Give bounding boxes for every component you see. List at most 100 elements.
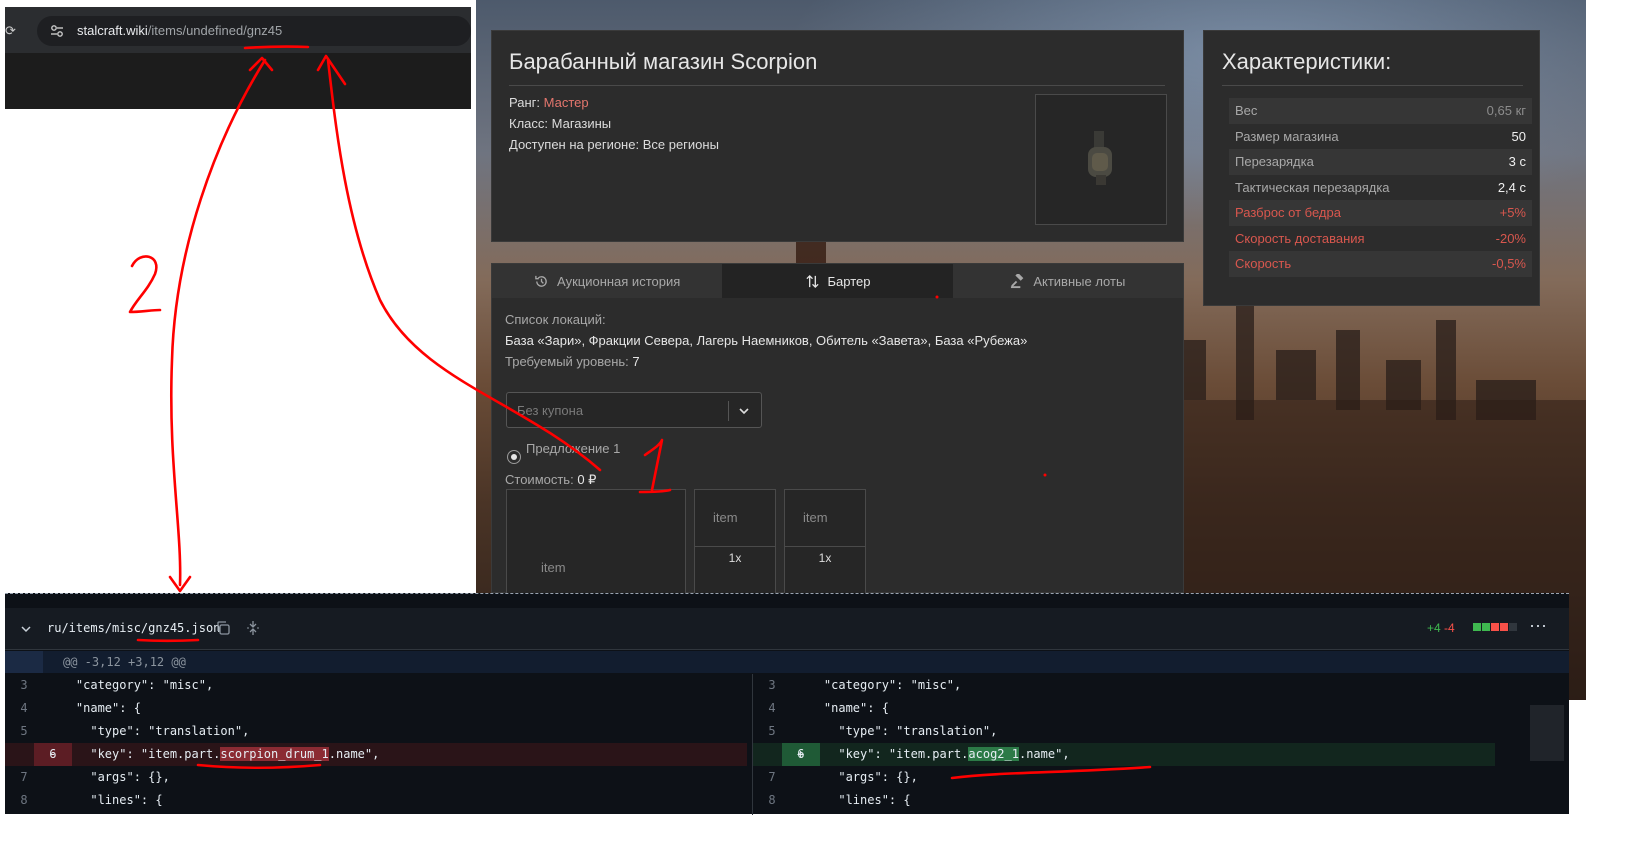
diff-line-added: 6 + "key": "item.part.acog2_1.name", (753, 743, 1495, 766)
copy-icon[interactable] (215, 620, 231, 636)
code-text: "name": { (47, 701, 141, 715)
region-label: Доступен на регионе: (509, 137, 640, 152)
url-text[interactable]: stalcraft.wiki/items/undefined/gnz45 (77, 23, 282, 38)
diff-line: 7 "args": {}, (5, 766, 747, 789)
more-options-icon[interactable]: ⋯ (1529, 616, 1547, 637)
chevron-down-icon[interactable] (736, 403, 752, 419)
broken-image: item (713, 510, 738, 525)
divider (728, 401, 729, 421)
code-text: "lines": { (47, 793, 163, 807)
browser-content-strip (5, 53, 471, 109)
diff-line: 8 "lines": { (5, 789, 747, 812)
line-number: 7 (20, 770, 28, 784)
stat-row: Вес 0,65 кг (1229, 98, 1532, 124)
coupon-select[interactable]: Без купона (506, 392, 762, 428)
stat-key: Вес (1235, 103, 1258, 119)
code-text: "category": "misc", (47, 678, 214, 692)
barter-panel: Аукционная история Бартер Активные лоты … (491, 263, 1184, 594)
divider (1222, 85, 1523, 86)
deletions-count: -4 (1444, 621, 1455, 635)
offer-label[interactable]: Предложение 1 (526, 441, 620, 456)
line-number: 3 (20, 678, 28, 692)
changed-token: scorpion_drum_1 (220, 747, 329, 761)
stat-key: Тактическая перезарядка (1235, 179, 1390, 195)
item-card: Барабанный магазин Scorpion Ранг: Мастер… (491, 30, 1184, 242)
cost-label: Стоимость: (505, 472, 574, 487)
broken-image: item (803, 510, 828, 525)
tab-label: Активные лоты (1033, 273, 1126, 289)
line-number: 8 (768, 793, 776, 807)
arrow-2-head-bottom (168, 575, 192, 593)
diff-line: 3 "category": "misc", (753, 674, 1495, 697)
stats-table: Вес 0,65 кг Размер магазина 50 Перезарядка… (1229, 98, 1532, 277)
tab-label: Аукционная история (557, 273, 681, 289)
expand-up-icon[interactable] (5, 651, 43, 673)
line-number: 5 (768, 724, 776, 738)
url-path: /items/undefined/gnz45 (147, 23, 283, 38)
stat-value: 0,65 кг (1486, 103, 1526, 119)
coupon-placeholder: Без купона (517, 403, 584, 418)
chevron-down-icon[interactable] (19, 622, 33, 636)
hunk-text: @@ -3,12 +3,12 @@ (63, 655, 186, 669)
stat-value: 50 (1511, 128, 1526, 144)
tab-label: Бартер (827, 273, 871, 289)
code-text: "args": {}, (795, 770, 918, 784)
code-text: "lines": { (795, 793, 911, 807)
cost-value: 0 ₽ (577, 472, 597, 487)
code-text: "name": { (795, 701, 889, 715)
tab-auction-history[interactable]: Аукционная история (492, 264, 722, 298)
code-text: "category": "misc", (795, 678, 962, 692)
diff-file-header: ru/items/misc/gnz45.json +4 -4 ⋯ (5, 608, 1569, 650)
barter-item-slot[interactable]: item 1x (784, 489, 866, 594)
code-text: "type": "translation", (47, 724, 250, 738)
annotation-label-2: 2 (120, 311, 121, 313)
class-value: Магазины (551, 116, 612, 131)
diff-line-deleted: 6 - "key": "item.part.scorpion_drum_1.na… (5, 743, 747, 766)
code-text: "key": "item.part. (47, 747, 221, 761)
stat-value: 3 с (1508, 154, 1526, 170)
address-bar[interactable]: stalcraft.wiki/items/undefined/gnz45 (37, 16, 471, 46)
diff-line: 5 "type": "translation", (5, 720, 747, 743)
file-path-prefix: ru/items/misc/ (47, 621, 149, 635)
line-number: 8 (20, 793, 28, 807)
stat-value: +5% (1499, 205, 1526, 221)
stat-row: Скорость доставания -20% (1229, 226, 1532, 252)
tab-barter[interactable]: Бартер (722, 264, 953, 298)
stat-row: Скорость -0,5% (1229, 251, 1532, 277)
changed-token: acog2_1 (968, 747, 1019, 761)
tab-bar: Аукционная история Бартер Активные лоты (492, 264, 1183, 298)
diff-line: 3 "category": "misc", (5, 674, 747, 697)
stat-value: 2,4 с (1497, 179, 1526, 195)
expand-icon[interactable] (245, 620, 261, 636)
level-value: 7 (632, 354, 640, 369)
code-diff-panel: ru/items/misc/gnz45.json +4 -4 ⋯ @@ -3,1… (5, 593, 1569, 815)
barter-item-slot[interactable]: item 1x (694, 489, 776, 594)
barter-item-slot[interactable]: item (506, 489, 686, 594)
diff-line: 8 "lines": { (753, 789, 1495, 812)
locations-label: Список локаций: (505, 312, 606, 327)
gavel-icon (1011, 273, 1024, 288)
site-settings-icon[interactable] (49, 23, 65, 39)
stats-card: Характеристики: Вес 0,65 кг Размер магази… (1203, 30, 1540, 306)
diff-line: 4 "name": { (753, 697, 1495, 720)
stat-key: Разброс от бедра (1235, 205, 1341, 221)
stat-row: Размер магазина 50 (1229, 124, 1532, 150)
offer-radio[interactable] (507, 450, 521, 464)
stat-row: Разброс от бедра +5% (1229, 200, 1532, 226)
cost: Стоимость: 0 ₽ (505, 472, 596, 488)
tab-active-lots[interactable]: Активные лоты (953, 264, 1183, 298)
arrow-2 (169, 58, 267, 587)
reload-icon[interactable]: ⟳ (5, 23, 16, 39)
line-number: 3 (768, 678, 776, 692)
history-icon (535, 275, 547, 287)
stat-row: Перезарядка 3 с (1229, 149, 1532, 175)
line-number: 4 (768, 701, 776, 715)
hunk-header: @@ -3,12 +3,12 @@ (5, 651, 1569, 673)
locations-value: База «Зари», Фракции Севера, Лагерь Наем… (505, 333, 1028, 348)
file-path[interactable]: ru/items/misc/gnz45.json (47, 621, 220, 635)
region-value: Все регионы (642, 137, 719, 152)
line-number: 4 (20, 701, 28, 715)
item-quantity: 1x (695, 546, 775, 570)
stat-value: -20% (1495, 230, 1526, 246)
diff-line: 4 "name": { (5, 697, 747, 720)
